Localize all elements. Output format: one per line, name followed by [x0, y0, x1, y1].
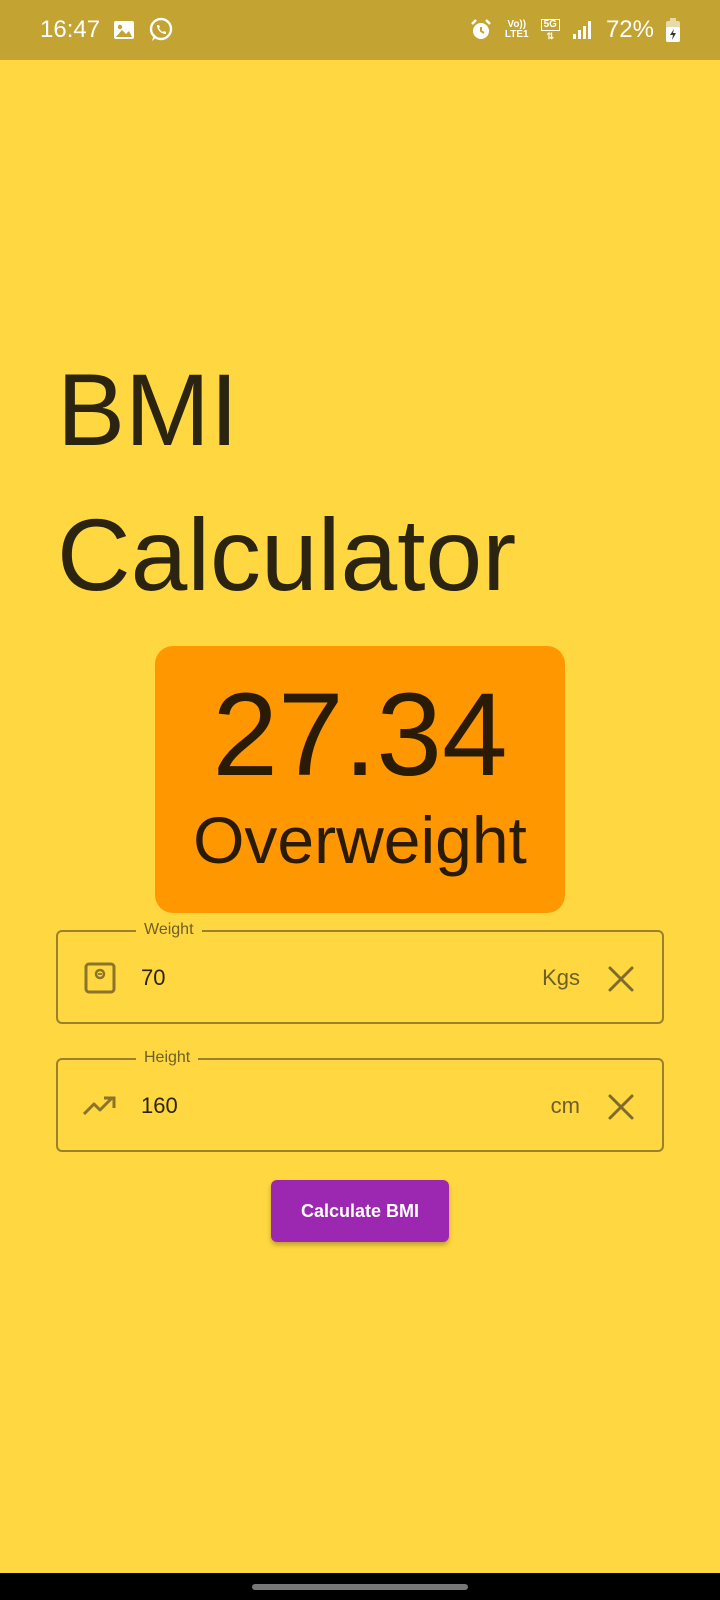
height-input[interactable]: 160 — [141, 1093, 178, 1119]
calculate-bmi-button[interactable]: Calculate BMI — [271, 1180, 449, 1242]
status-right: Vo)) LTE1 5G ⇅ 72% — [469, 16, 680, 44]
trending-up-icon — [82, 1088, 118, 1124]
5g-label: 5G — [540, 19, 560, 31]
gallery-icon — [112, 18, 136, 42]
whatsapp-icon — [148, 17, 174, 43]
alarm-icon — [469, 18, 493, 42]
page-title: BMI Calculator — [57, 338, 516, 628]
navigation-bar — [0, 1573, 720, 1600]
title-line-2: Calculator — [57, 498, 517, 612]
status-time: 16:47 — [40, 16, 101, 43]
height-label: Height — [136, 1049, 199, 1067]
clear-weight-icon[interactable] — [604, 962, 638, 996]
weight-input[interactable]: 70 — [141, 965, 165, 991]
home-gesture-handle[interactable] — [252, 1584, 468, 1590]
bmi-result-card: 27.34 Overweight — [155, 646, 565, 913]
weight-label: Weight — [136, 921, 202, 939]
weight-field[interactable]: Weight 70 Kgs — [56, 921, 664, 1024]
bmi-value: 27.34 — [212, 669, 508, 801]
height-field[interactable]: Height 160 cm — [56, 1049, 664, 1152]
volte-icon: Vo)) LTE1 — [505, 20, 529, 40]
signal-icon — [572, 19, 594, 41]
5g-icon: 5G ⇅ — [540, 19, 560, 41]
status-left: 16:47 — [40, 16, 174, 44]
lte-label: LTE1 — [504, 29, 529, 40]
weight-unit: Kgs — [542, 965, 580, 990]
height-unit: cm — [550, 1093, 580, 1118]
status-bar: 16:47 Vo)) LTE1 5G ⇅ 72% — [0, 0, 720, 60]
clear-height-icon[interactable] — [604, 1090, 638, 1124]
title-line-1: BMI — [57, 353, 239, 467]
bmi-category: Overweight — [193, 803, 527, 877]
battery-percentage: 72% — [605, 16, 654, 43]
battery-icon — [666, 18, 680, 42]
scale-icon — [82, 960, 118, 996]
